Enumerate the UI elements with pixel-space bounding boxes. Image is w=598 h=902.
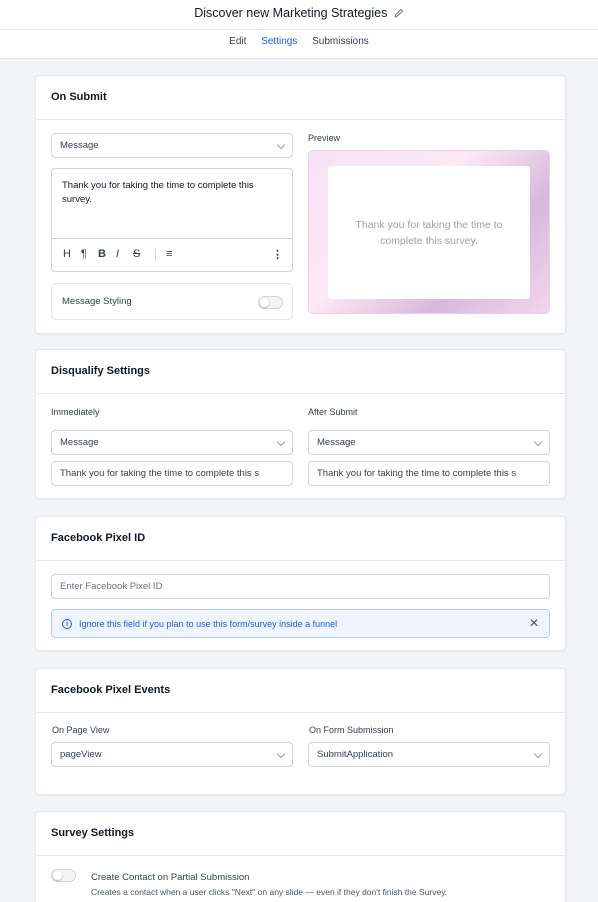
tab-bar: Edit Settings Submissions <box>0 36 598 47</box>
close-icon[interactable]: ✕ <box>529 616 539 630</box>
on-submit-card: On Submit Message Thank you for taking t… <box>35 75 566 334</box>
after-submit-label: After Submit <box>308 407 358 417</box>
message-editor[interactable]: Thank you for taking the time to complet… <box>51 168 293 272</box>
submit-action-select[interactable]: Message <box>51 133 293 158</box>
chevron-down-icon <box>533 437 543 447</box>
immediately-message-input[interactable]: Thank you for taking the time to complet… <box>51 461 293 486</box>
align-icon[interactable]: ≡ <box>166 248 172 260</box>
message-styling-toggle[interactable] <box>258 296 283 309</box>
page-view-value: pageView <box>60 749 102 760</box>
immediately-select-value: Message <box>60 437 99 448</box>
partial-submission-toggle[interactable] <box>51 869 76 882</box>
form-submission-value: SubmitApplication <box>317 749 394 760</box>
heading-icon[interactable]: H <box>63 248 71 260</box>
immediately-select[interactable]: Message <box>51 430 293 455</box>
top-bar: Discover new Marketing Strategies Edit S… <box>0 0 598 59</box>
chevron-down-icon <box>533 749 543 759</box>
tab-edit[interactable]: Edit <box>229 36 246 47</box>
form-submission-label: On Form Submission <box>309 725 394 735</box>
strikethrough-icon[interactable]: S <box>133 248 140 260</box>
preview-text: Thank you for taking the time to complet… <box>355 219 503 247</box>
alert-text: Ignore this field if you plan to use thi… <box>79 619 338 629</box>
toolbar-divider <box>155 249 156 261</box>
form-submission-select[interactable]: SubmitApplication <box>308 742 550 767</box>
after-submit-select-value: Message <box>317 437 356 448</box>
on-submit-title: On Submit <box>36 76 565 120</box>
tab-submissions[interactable]: Submissions <box>312 36 369 47</box>
pixel-id-card: Facebook Pixel ID Enter Facebook Pixel I… <box>35 516 566 651</box>
header-divider <box>0 29 598 30</box>
more-icon[interactable]: ⋮ <box>272 248 283 261</box>
survey-settings-card: Survey Settings Create Contact on Partia… <box>35 811 566 902</box>
after-submit-select[interactable]: Message <box>308 430 550 455</box>
editor-toolbar: H ¶ B I S ≡ ⋮ <box>52 238 292 271</box>
italic-icon[interactable]: I <box>116 248 119 260</box>
tab-settings[interactable]: Settings <box>261 36 297 47</box>
chevron-down-icon <box>276 749 286 759</box>
form-title-text: Discover new Marketing Strategies <box>194 6 388 20</box>
chevron-down-icon <box>276 140 286 150</box>
pixel-events-title: Facebook Pixel Events <box>36 669 565 713</box>
pixel-id-title: Facebook Pixel ID <box>36 517 565 561</box>
survey-settings-title: Survey Settings <box>36 812 565 856</box>
message-preview: Thank you for taking the time to complet… <box>308 150 550 314</box>
page-view-select[interactable]: pageView <box>51 742 293 767</box>
message-styling-label: Message Styling <box>62 296 132 307</box>
paragraph-icon[interactable]: ¶ <box>81 248 87 260</box>
after-submit-message-input[interactable]: Thank you for taking the time to complet… <box>308 461 550 486</box>
form-title[interactable]: Discover new Marketing Strategies <box>0 6 598 20</box>
info-icon: i <box>62 619 72 629</box>
disqualify-title: Disqualify Settings <box>36 350 565 394</box>
editor-text[interactable]: Thank you for taking the time to complet… <box>52 169 292 217</box>
funnel-info-alert: i Ignore this field if you plan to use t… <box>51 609 550 638</box>
pencil-icon[interactable] <box>394 8 404 18</box>
pixel-events-card: Facebook Pixel Events On Page View pageV… <box>35 668 566 795</box>
immediately-label: Immediately <box>51 407 100 417</box>
disqualify-card: Disqualify Settings Immediately Message … <box>35 349 566 499</box>
preview-label: Preview <box>308 133 341 143</box>
page-view-label: On Page View <box>52 725 110 735</box>
message-styling-row: Message Styling <box>51 283 293 320</box>
pixel-id-input[interactable]: Enter Facebook Pixel ID <box>51 574 550 599</box>
bold-icon[interactable]: B <box>98 248 106 260</box>
submit-action-value: Message <box>60 140 99 151</box>
preview-card: Thank you for taking the time to complet… <box>328 166 530 299</box>
partial-submission-label: Create Contact on Partial Submission <box>91 872 250 883</box>
partial-submission-description: Creates a contact when a user clicks "Ne… <box>91 887 448 897</box>
chevron-down-icon <box>276 437 286 447</box>
